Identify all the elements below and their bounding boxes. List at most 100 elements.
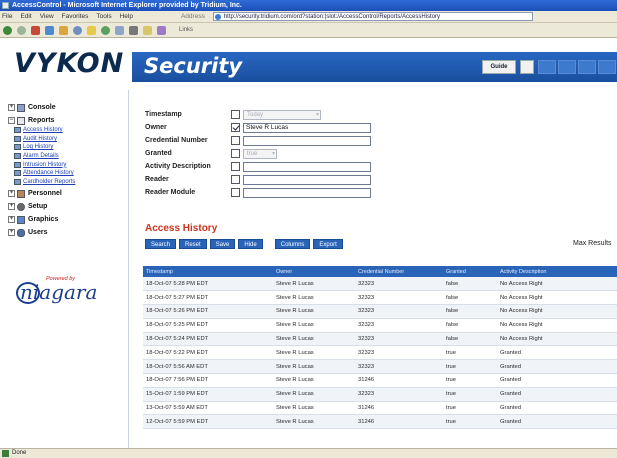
- personnel-icon: [17, 189, 25, 198]
- sidebar-subitem-log-history[interactable]: Log History: [8, 143, 128, 152]
- table-row[interactable]: 18-Oct-07 5:27 PM EDT Steve R Lucas 32323 f…: [143, 290, 617, 306]
- sidebar-subitem-alarm-details[interactable]: Alarm Details: [8, 152, 128, 161]
- filter-checkbox[interactable]: [231, 162, 240, 171]
- forward-icon[interactable]: [17, 25, 26, 35]
- search-button[interactable]: Search: [145, 239, 177, 249]
- table-row[interactable]: 18-Oct-07 5:56 AM EDT Steve R Lucas 32323 t…: [143, 359, 617, 375]
- header-button-1[interactable]: [538, 60, 556, 74]
- header-button-3[interactable]: [578, 60, 596, 74]
- address-bar[interactable]: http://security.tridium.com/ord?station:…: [212, 12, 533, 21]
- sidebar-item-console[interactable]: + Console: [8, 102, 128, 113]
- reader-field[interactable]: [243, 174, 371, 185]
- filter-checkbox[interactable]: [231, 149, 240, 158]
- table-row[interactable]: 15-Oct-07 1:59 PM EDT Steve R Lucas 32323 t…: [143, 387, 617, 402]
- menu-favorites[interactable]: Favorites: [62, 13, 89, 20]
- table-row[interactable]: 12-Oct-07 5:59 PM EDT Steve R Lucas 31246 t…: [143, 414, 617, 430]
- sidebar-subitem-access-history[interactable]: Access History: [8, 126, 128, 135]
- column-header-timestamp[interactable]: Timestamp: [143, 266, 273, 277]
- sidebar-subitem-intrusion-history[interactable]: Intrusion History: [8, 160, 128, 169]
- cell-granted: false: [443, 332, 497, 347]
- report-icon: [14, 127, 21, 134]
- table-row[interactable]: 13-Oct-07 5:59 AM EDT Steve R Lucas 31246 t…: [143, 401, 617, 416]
- collapse-icon[interactable]: −: [8, 117, 15, 124]
- expand-icon[interactable]: +: [8, 229, 15, 237]
- edit-icon[interactable]: [143, 25, 152, 35]
- cell-granted: false: [443, 318, 497, 333]
- filter-checkbox[interactable]: [231, 175, 240, 184]
- menu-tools[interactable]: Tools: [96, 13, 111, 20]
- cell-granted: false: [443, 304, 497, 319]
- sidebar-subitem-attendance-history[interactable]: Attendance History: [8, 169, 128, 178]
- search-icon[interactable]: [73, 25, 82, 35]
- history-icon[interactable]: [101, 25, 110, 35]
- sidebar-subitem-audit-history[interactable]: Audit History: [8, 135, 128, 144]
- cell-credential-number: 32323: [355, 318, 443, 333]
- menu-view[interactable]: View: [40, 13, 54, 20]
- column-header-activity-description[interactable]: Activity Description: [497, 266, 617, 277]
- granted-select[interactable]: true: [243, 148, 277, 159]
- table-row[interactable]: 18-Oct-07 5:24 PM EDT Steve R Lucas 32323 f…: [143, 332, 617, 347]
- columns-button[interactable]: Columns: [274, 239, 311, 249]
- cell-credential-number: 32323: [355, 332, 443, 347]
- filter-label: Timestamp: [145, 111, 182, 118]
- header-button-4[interactable]: [598, 60, 616, 74]
- refresh-icon[interactable]: [45, 25, 54, 35]
- reset-button[interactable]: Reset: [179, 239, 207, 249]
- stop-icon[interactable]: [31, 25, 40, 35]
- hide-button[interactable]: Hide: [238, 239, 263, 249]
- print-icon[interactable]: [129, 25, 138, 35]
- activity-description-field[interactable]: [243, 161, 371, 172]
- cell-owner: Steve R Lucas: [273, 290, 355, 306]
- cell-activity-description: Granted: [497, 373, 617, 388]
- messenger-icon[interactable]: [157, 25, 166, 35]
- owner-field[interactable]: Steve R Lucas: [243, 122, 371, 133]
- sidebar-item-personnel[interactable]: + Personnel: [8, 188, 128, 199]
- cell-activity-description: Granted: [497, 345, 617, 361]
- filter-row-timestamp: Timestamp Today: [145, 108, 371, 121]
- table-row[interactable]: 18-Oct-07 5:22 PM EDT Steve R Lucas 32323 t…: [143, 345, 617, 361]
- column-header-credential-number[interactable]: Credential Number: [355, 266, 443, 277]
- guide-button[interactable]: Guide: [482, 60, 516, 74]
- reader-module-field[interactable]: [243, 187, 371, 198]
- sidebar-subitem-label: Log History: [23, 144, 54, 151]
- filter-label: Reader: [145, 176, 169, 183]
- sidebar-item-reports[interactable]: − Reports: [8, 115, 128, 126]
- credential-number-field[interactable]: [243, 135, 371, 146]
- save-button[interactable]: Save: [209, 239, 236, 249]
- filter-checkbox[interactable]: [231, 188, 240, 197]
- filter-label: Activity Description: [145, 163, 211, 170]
- header-button-2[interactable]: [558, 60, 576, 74]
- table-row[interactable]: 18-Oct-07 5:28 PM EDT Steve R Lucas 32323 f…: [143, 277, 617, 292]
- expand-icon[interactable]: +: [8, 203, 15, 211]
- table-row[interactable]: 18-Oct-07 5:25 PM EDT Steve R Lucas 32323 f…: [143, 318, 617, 333]
- expand-icon[interactable]: +: [8, 104, 15, 111]
- cell-credential-number: 31246: [355, 401, 443, 416]
- links-label[interactable]: Links: [179, 27, 193, 33]
- filter-checkbox[interactable]: [231, 136, 240, 145]
- table-row[interactable]: 18-Oct-07 5:26 PM EDT Steve R Lucas 32323 f…: [143, 304, 617, 319]
- favorites-icon[interactable]: [87, 25, 96, 35]
- filter-checkbox[interactable]: [231, 110, 240, 119]
- menu-file[interactable]: File: [2, 13, 12, 20]
- home-icon[interactable]: [59, 25, 68, 35]
- table-row[interactable]: 18-Oct-07 7:56 PM EDT Steve R Lucas 31246 t…: [143, 373, 617, 388]
- timestamp-select[interactable]: Today: [243, 109, 321, 120]
- sidebar-subitem-cardholder-reports[interactable]: Cardholder Reports: [8, 178, 128, 187]
- export-button[interactable]: Export: [313, 239, 343, 249]
- sidebar-item-graphics[interactable]: + Graphics: [8, 214, 128, 225]
- column-header-owner[interactable]: Owner: [273, 266, 355, 277]
- sidebar-item-users[interactable]: + Users: [8, 227, 128, 238]
- max-results-label: Max Results: [573, 240, 612, 247]
- sidebar-item-setup[interactable]: + Setup: [8, 201, 128, 212]
- menu-help[interactable]: Help: [120, 13, 133, 20]
- filter-row-activity-description: Activity Description: [145, 160, 371, 173]
- cell-owner: Steve R Lucas: [273, 373, 355, 388]
- expand-icon[interactable]: +: [8, 190, 15, 198]
- filter-checkbox[interactable]: [231, 123, 240, 132]
- menu-edit[interactable]: Edit: [20, 13, 31, 20]
- back-icon[interactable]: [3, 25, 12, 35]
- column-header-granted[interactable]: Granted: [443, 266, 497, 277]
- help-button[interactable]: [520, 60, 534, 74]
- expand-icon[interactable]: +: [8, 216, 15, 224]
- mail-icon[interactable]: [115, 25, 124, 35]
